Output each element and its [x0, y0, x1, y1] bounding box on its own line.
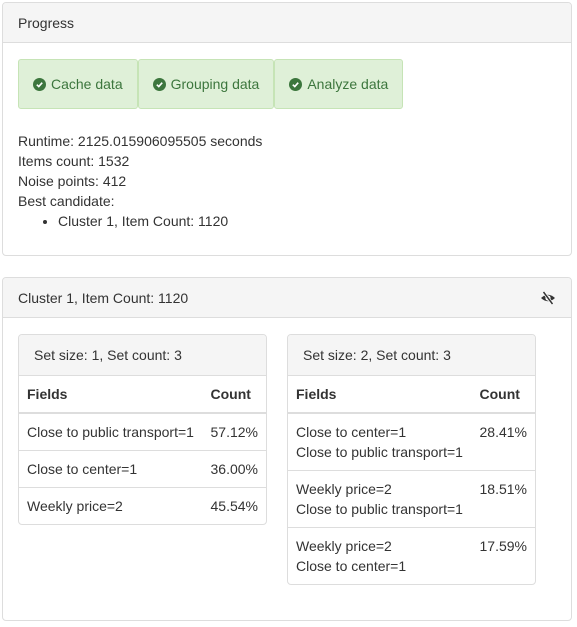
cluster-panel-heading: Cluster 1, Item Count: 1120	[3, 278, 571, 318]
field-item: Close to public transport=1	[27, 424, 194, 440]
set-panel-size-1: Set size: 1, Set count: 3 Fields Count C…	[18, 334, 267, 525]
eye-slash-icon[interactable]	[540, 290, 556, 306]
field-item: Close to public transport=1	[296, 501, 463, 517]
table-row: Weekly price=2 Close to public transport…	[288, 470, 535, 528]
progress-panel: Progress Cache data Grouping data Analyz…	[2, 2, 572, 256]
best-candidate-list: Cluster 1, Item Count: 1120	[18, 211, 262, 231]
count-cell: 18.51%	[471, 470, 535, 528]
set-title: Set size: 1, Set count: 3	[34, 347, 182, 363]
field-item: Close to center=1	[27, 461, 138, 477]
column-header-count: Count	[202, 376, 266, 414]
table-row: Weekly price=2 Close to center=1 17.59%	[288, 527, 535, 584]
column-header-fields: Fields	[19, 376, 203, 414]
runtime-text: Runtime: 2125.015906095505 seconds	[18, 133, 263, 149]
table-row: Close to public transport=1 57.12%	[19, 413, 266, 451]
progress-panel-heading: Progress	[3, 3, 571, 43]
fields-cell: Weekly price=2 Close to public transport…	[288, 470, 472, 528]
cluster-panel: Cluster 1, Item Count: 1120 Set size: 1,…	[2, 277, 572, 621]
column-header-fields: Fields	[288, 376, 472, 414]
fields-cell: Weekly price=2	[19, 487, 203, 524]
count-cell: 28.41%	[479, 424, 527, 440]
step-analyze-data[interactable]: Analyze data	[274, 59, 404, 109]
field-item: Close to center=1	[296, 424, 407, 440]
noise-points-text: Noise points: 412	[18, 173, 127, 189]
table-row: Close to center=1 36.00%	[19, 450, 266, 488]
fields-cell: Close to center=1	[19, 450, 203, 488]
set-panel-heading: Set size: 1, Set count: 3	[19, 335, 266, 376]
check-circle-icon	[289, 77, 303, 91]
progress-title: Progress	[18, 14, 75, 31]
check-circle-icon	[33, 77, 46, 91]
count-cell: 57.12%	[210, 424, 258, 440]
step-label: Cache data	[51, 76, 123, 92]
step-grouping-data[interactable]: Grouping data	[137, 59, 275, 109]
cluster-title: Cluster 1, Item Count: 1120	[18, 289, 189, 306]
progress-stats: Runtime: 2125.015906095505 seconds Items…	[18, 131, 262, 231]
step-cache-data[interactable]: Cache data	[18, 59, 138, 109]
count-cell: 36.00%	[202, 450, 266, 488]
set-table: Fields Count Close to center=1 Close to …	[288, 376, 535, 584]
table-header-row: Fields Count	[288, 376, 535, 414]
check-circle-icon	[152, 77, 166, 91]
table-row: Close to center=1 Close to public transp…	[288, 413, 535, 471]
count-cell: 17.59%	[471, 527, 535, 584]
count-cell: 45.54%	[202, 487, 266, 524]
fields-cell: Weekly price=2 Close to center=1	[288, 527, 472, 584]
set-title: Set size: 2, Set count: 3	[303, 347, 451, 363]
table-row: Weekly price=2 45.54%	[19, 487, 266, 524]
step-label: Analyze data	[307, 76, 389, 92]
field-item: Close to public transport=1	[296, 444, 463, 460]
set-panel-size-2: Set size: 2, Set count: 3 Fields Count C…	[287, 334, 536, 585]
best-candidate-label: Best candidate:	[18, 193, 115, 209]
set-table: Fields Count Close to public transport=1…	[19, 376, 266, 524]
column-header-count: Count	[471, 376, 535, 414]
best-candidate-item: Cluster 1, Item Count: 1120	[58, 211, 262, 231]
field-item: Close to center=1	[296, 558, 407, 574]
field-item: Weekly price=2	[27, 498, 123, 514]
field-item: Weekly price=2	[296, 538, 392, 554]
fields-cell: Close to public transport=1	[19, 413, 203, 451]
field-item: Weekly price=2	[296, 481, 392, 497]
items-count-text: Items count: 1532	[18, 153, 130, 169]
step-label: Grouping data	[170, 76, 260, 92]
progress-steps: Cache data Grouping data Analyze data	[18, 59, 404, 109]
table-header-row: Fields Count	[19, 376, 266, 414]
set-panel-heading: Set size: 2, Set count: 3	[288, 335, 535, 376]
fields-cell: Close to center=1 Close to public transp…	[288, 413, 472, 471]
